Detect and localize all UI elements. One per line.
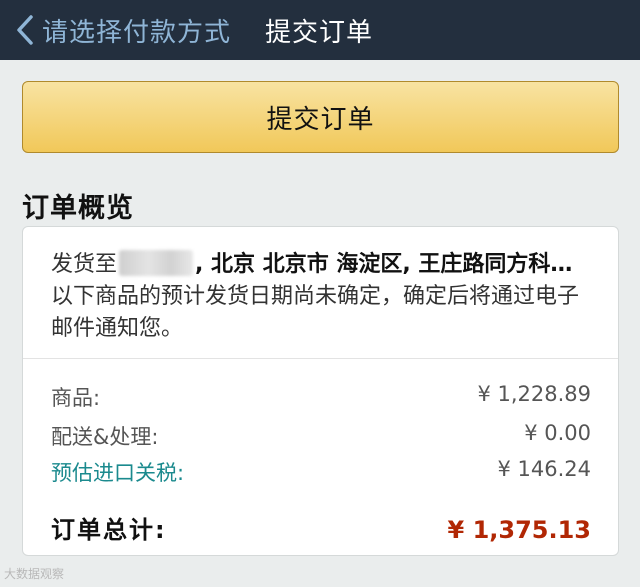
order-summary-card: 发货至 , 北京 北京市 海淀区, 王庄路同方科… 以下商品的预计发货日期尚未确定…: [22, 226, 619, 556]
import-duty-value: ¥ 146.24: [497, 457, 591, 481]
items-label: 商品:: [51, 386, 101, 410]
divider: [23, 358, 618, 359]
nav-bar: 请选择付款方式 提交订单: [0, 0, 640, 60]
back-button[interactable]: 请选择付款方式: [0, 0, 231, 60]
shipping-handling-row: 配送&处理: ¥ 0.00: [51, 421, 591, 451]
shipping-info: 发货至 , 北京 北京市 海淀区, 王庄路同方科… 以下商品的预计发货日期尚未确定…: [51, 249, 596, 345]
order-total-row: 订单总计: ¥ 1,375.13: [51, 510, 591, 545]
ship-date-note: 以下商品的预计发货日期尚未确定，确定后将通过电子邮件通知您。: [51, 284, 580, 341]
order-summary-heading: 订单概览: [22, 193, 134, 224]
back-label: 请选择付款方式: [42, 17, 232, 48]
page-title: 提交订单: [265, 17, 374, 48]
shipping-value: ¥ 0.00: [524, 421, 591, 445]
import-duty-link[interactable]: 预估进口关税:: [51, 457, 184, 487]
submit-order-button[interactable]: 提交订单: [22, 81, 619, 153]
items-value: ¥ 1,228.89: [477, 382, 591, 406]
shipping-label: 配送&处理:: [51, 425, 159, 449]
order-total-value: ¥ 1,375.13: [447, 516, 591, 544]
watermark-text: 大数据观察: [4, 567, 65, 581]
import-duty-row: 预估进口关税: ¥ 146.24: [51, 457, 591, 487]
items-subtotal-row: 商品: ¥ 1,228.89: [51, 382, 591, 412]
order-total-label: 订单总计:: [51, 516, 167, 544]
ship-to-address[interactable]: , 北京 北京市 海淀区, 王庄路同方科…: [195, 252, 572, 277]
chevron-left-icon: [17, 15, 33, 45]
ship-to-prefix: 发货至: [51, 252, 118, 277]
recipient-name-redacted: [119, 250, 194, 276]
